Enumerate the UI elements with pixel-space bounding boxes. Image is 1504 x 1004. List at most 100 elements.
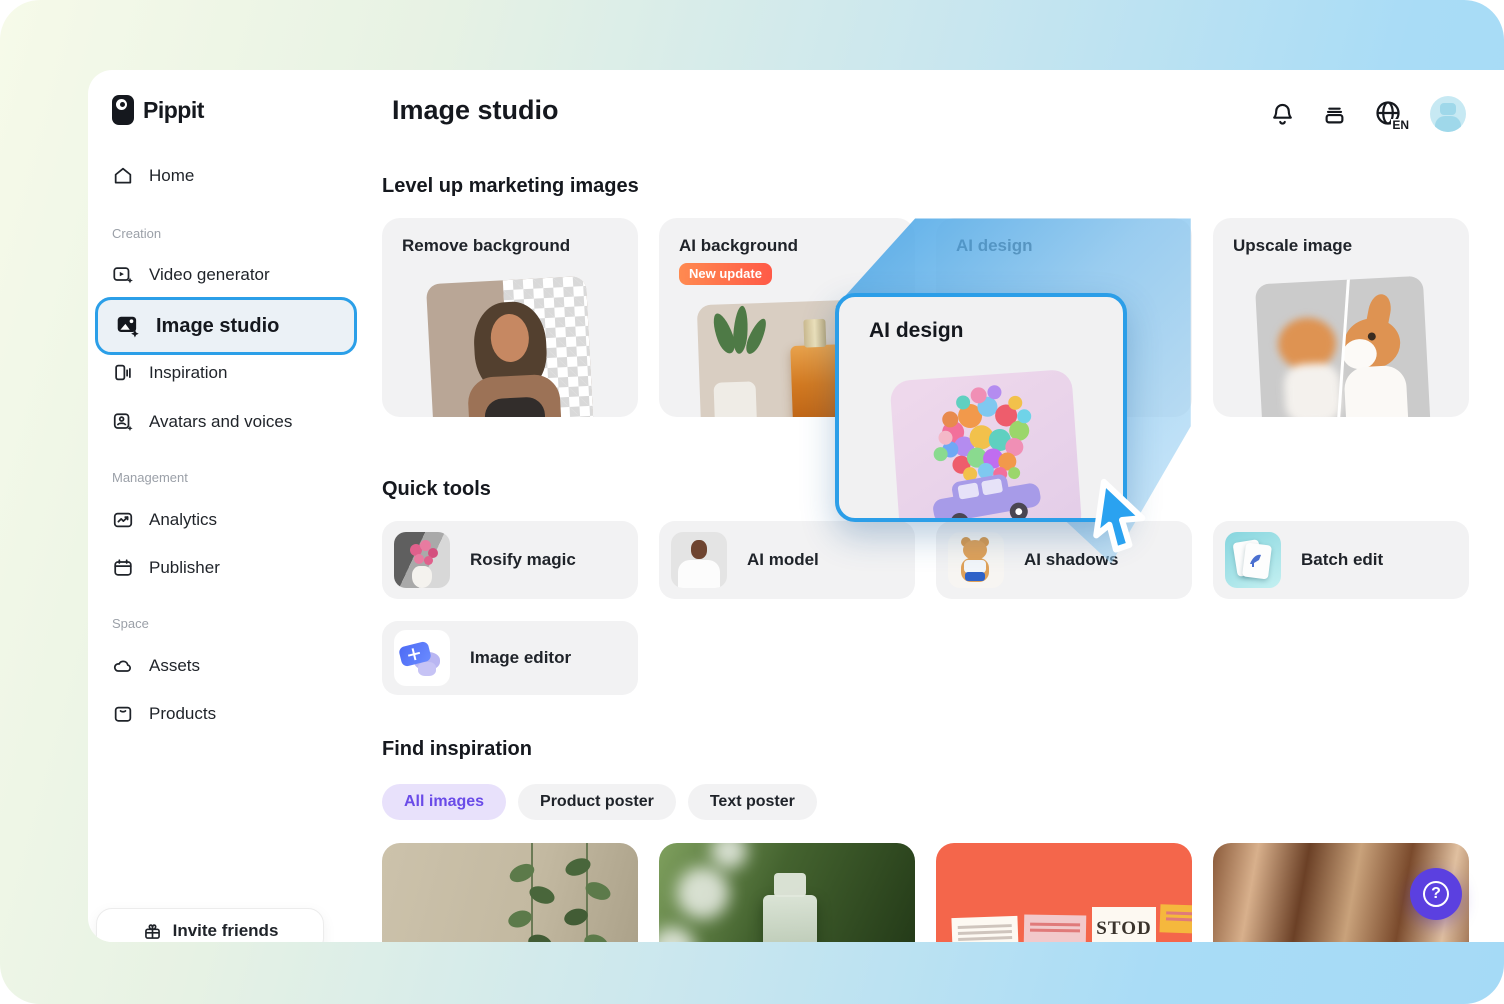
upscale-image-thumbnail xyxy=(1255,276,1431,417)
sidebar-section-management: Management xyxy=(112,470,188,485)
history-tray-icon[interactable] xyxy=(1321,101,1348,128)
tool-batch-edit[interactable]: Batch edit xyxy=(1213,521,1469,599)
bokeh-flower-art xyxy=(677,867,729,919)
card-label: AI background xyxy=(679,236,895,256)
perfume-cap-art xyxy=(803,319,826,348)
invite-friends-label: Invite friends xyxy=(173,921,279,941)
high-heel-art xyxy=(1249,552,1263,568)
language-switcher[interactable]: EN xyxy=(1373,98,1405,130)
marketing-heading: Level up marketing images xyxy=(382,175,639,198)
glass-bottle-art xyxy=(763,895,817,942)
language-code: EN xyxy=(1391,119,1409,131)
notifications-bell-icon[interactable] xyxy=(1269,101,1296,128)
assets-icon xyxy=(112,655,134,677)
card-upscale-image[interactable]: Upscale image xyxy=(1213,218,1469,417)
sidebar-item-publisher[interactable]: Publisher xyxy=(112,555,220,581)
avatars-icon xyxy=(112,411,134,433)
products-icon xyxy=(112,703,134,725)
gift-icon xyxy=(142,921,163,942)
video-generator-icon xyxy=(112,264,134,286)
help-button[interactable]: ? xyxy=(1410,868,1462,920)
cursor-pointer-icon xyxy=(1086,478,1158,562)
plant-pot-art xyxy=(714,381,758,417)
page-title: Image studio xyxy=(392,95,559,126)
collage-piece xyxy=(951,916,1018,942)
image-editor-thumbnail xyxy=(394,630,450,686)
quick-tools-heading: Quick tools xyxy=(382,478,491,501)
user-avatar[interactable] xyxy=(1430,96,1466,132)
inspiration-heading: Find inspiration xyxy=(382,738,532,761)
publisher-icon xyxy=(112,557,134,579)
sidebar: Pippit Home Creation Video generator Ima… xyxy=(88,70,382,942)
pippit-logo-icon xyxy=(112,95,134,125)
inspiration-gallery: STOD FOODIE xyxy=(382,843,1469,942)
question-mark-icon: ? xyxy=(1423,881,1449,907)
inspiration-image-plant[interactable] xyxy=(382,843,638,942)
collage-piece xyxy=(1024,914,1087,942)
batch-edit-thumbnail xyxy=(1225,532,1281,588)
collage-piece-stod: STOD xyxy=(1092,907,1156,942)
collage-piece xyxy=(1160,904,1192,934)
sidebar-item-label: Analytics xyxy=(149,510,217,530)
quick-tools-row-2: Image editor xyxy=(382,621,638,695)
header-actions: EN xyxy=(1269,96,1466,132)
tool-label: AI model xyxy=(747,550,819,570)
hanging-plant-art xyxy=(382,843,638,942)
image-studio-icon xyxy=(115,313,141,339)
home-icon xyxy=(112,165,134,187)
balloons-car-image xyxy=(889,369,1082,522)
tool-rosify-magic[interactable]: Rosify magic xyxy=(382,521,638,599)
card-remove-background[interactable]: Remove background xyxy=(382,218,638,417)
sidebar-section-creation: Creation xyxy=(112,226,161,241)
inspiration-icon xyxy=(112,362,134,384)
tooltip-title: AI design xyxy=(869,319,964,343)
sidebar-item-video-generator[interactable]: Video generator xyxy=(112,262,270,288)
app-window: Pippit Home Creation Video generator Ima… xyxy=(0,0,1504,1004)
sidebar-item-assets[interactable]: Assets xyxy=(112,653,200,679)
sidebar-item-avatars-voices[interactable]: Avatars and voices xyxy=(112,409,292,435)
inspiration-image-poster[interactable]: STOD FOODIE xyxy=(936,843,1192,942)
glass-cap-art xyxy=(774,873,806,897)
tab-all-images[interactable]: All images xyxy=(382,784,506,820)
content-panel: Pippit Home Creation Video generator Ima… xyxy=(88,70,1504,942)
card-label: Remove background xyxy=(402,236,618,256)
tab-text-poster[interactable]: Text poster xyxy=(688,784,817,820)
poster-text-stod: STOD xyxy=(1096,918,1151,940)
sidebar-item-home[interactable]: Home xyxy=(112,163,194,189)
ai-design-tooltip-card: AI design xyxy=(835,293,1127,522)
balloons-car-art xyxy=(889,369,1082,522)
sidebar-item-analytics[interactable]: Analytics xyxy=(112,507,217,533)
tab-product-poster[interactable]: Product poster xyxy=(518,784,676,820)
sidebar-item-label: Products xyxy=(149,704,216,724)
remove-background-thumbnail xyxy=(426,276,594,417)
sidebar-item-inspiration[interactable]: Inspiration xyxy=(112,360,227,386)
app-logo[interactable]: Pippit xyxy=(112,95,204,125)
ai-shadows-thumbnail xyxy=(948,532,1004,588)
card-label: Upscale image xyxy=(1233,236,1449,256)
bokeh-flower-art xyxy=(659,927,695,942)
inspiration-image-perfume[interactable] xyxy=(659,843,915,942)
tool-label: Batch edit xyxy=(1301,550,1383,570)
bokeh-flower-art xyxy=(711,843,747,869)
tool-image-editor[interactable]: Image editor xyxy=(382,621,638,695)
analytics-icon xyxy=(112,509,134,531)
rosify-magic-thumbnail xyxy=(394,532,450,588)
sidebar-item-label: Home xyxy=(149,166,194,186)
tool-label: Rosify magic xyxy=(470,550,576,570)
tool-ai-model[interactable]: AI model xyxy=(659,521,915,599)
ai-model-thumbnail xyxy=(671,532,727,588)
corgi-blurry-half-art xyxy=(1262,306,1348,417)
tool-label: Image editor xyxy=(470,648,571,668)
sidebar-item-image-studio[interactable]: Image studio xyxy=(95,297,357,355)
sidebar-item-label: Video generator xyxy=(149,265,270,285)
sidebar-item-products[interactable]: Products xyxy=(112,701,216,727)
sidebar-item-label: Inspiration xyxy=(149,363,227,383)
new-update-badge: New update xyxy=(679,263,772,285)
invite-friends-button[interactable]: Invite friends xyxy=(96,908,324,942)
corgi-sharp-half-art xyxy=(1340,292,1431,417)
sidebar-item-label: Assets xyxy=(149,656,200,676)
sidebar-item-label: Avatars and voices xyxy=(149,412,292,432)
sidebar-section-space: Space xyxy=(112,616,149,631)
quick-tools-row: Rosify magic AI model AI shadows xyxy=(382,521,1469,599)
sidebar-item-label: Publisher xyxy=(149,558,220,578)
